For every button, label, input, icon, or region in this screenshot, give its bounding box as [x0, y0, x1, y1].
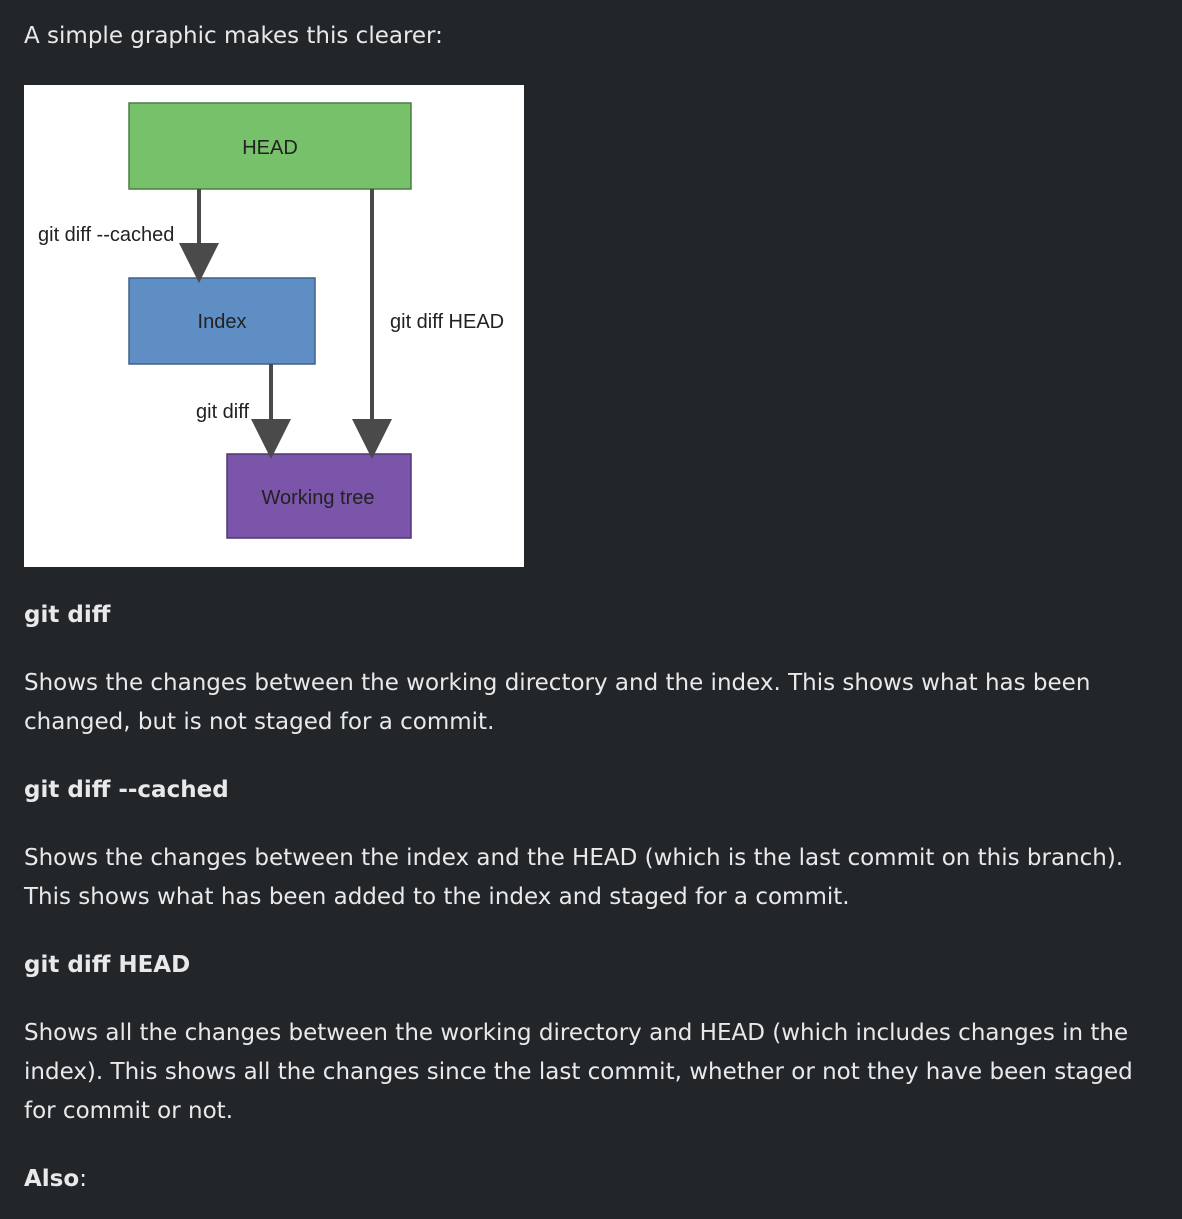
intro-text: A simple graphic makes this clearer: [24, 23, 443, 49]
section-title-git-diff: git diff [24, 602, 111, 628]
section-description-git-diff: Shows the changes between the working di… [24, 670, 1091, 735]
diff-head-arrow-label: git diff HEAD [390, 311, 504, 333]
diagram-svg: HEAD Index Working tree git diff --cache… [38, 102, 504, 539]
section-description-git-diff-cached: Shows the changes between the index and … [24, 845, 1124, 910]
section-title-git-diff-head: git diff HEAD [24, 952, 191, 978]
section-title-git-diff-cached: git diff --cached [24, 777, 229, 803]
also-label: Also [24, 1166, 80, 1192]
head-box-label: HEAD [242, 137, 298, 159]
working-tree-box-label: Working tree [261, 487, 374, 509]
section-description-git-diff-head: Shows all the changes between the workin… [24, 1020, 1133, 1124]
git-diff-diagram: HEAD Index Working tree git diff --cache… [24, 85, 524, 567]
also-line: Also: [24, 1160, 1164, 1199]
cached-arrow-label: git diff --cached [38, 224, 174, 246]
also-suffix: : [79, 1166, 87, 1192]
diff-arrow-label: git diff [196, 401, 249, 423]
index-box-label: Index [198, 311, 247, 333]
answer-content: A simple graphic makes this clearer: HEA… [24, 17, 1164, 1199]
